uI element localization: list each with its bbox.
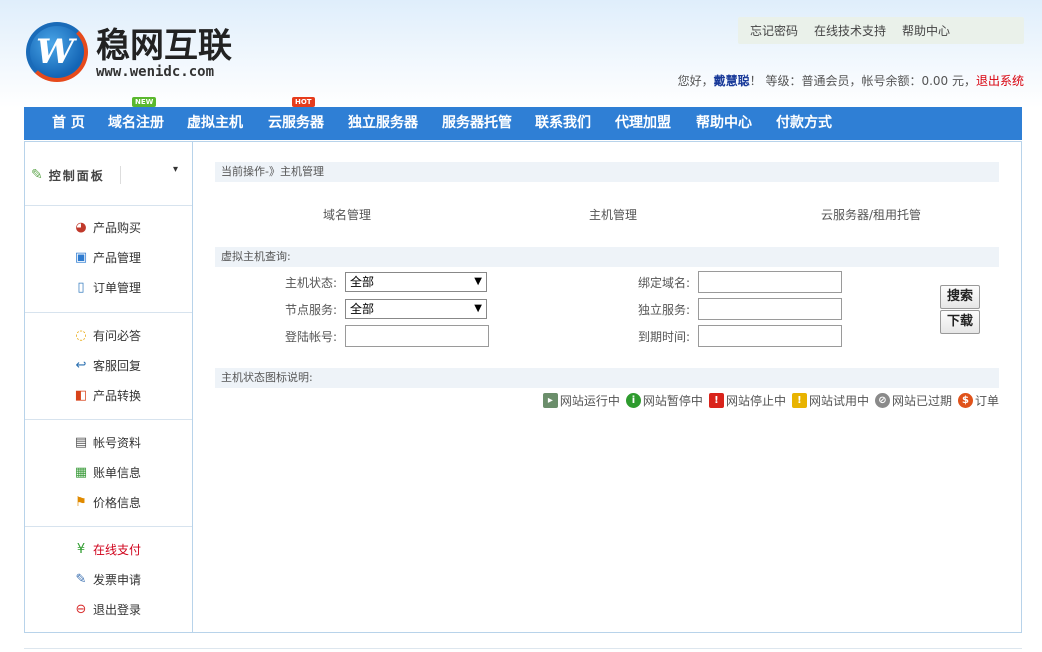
sidebar-item-faq[interactable]: ◌ 有问必答 <box>73 326 141 346</box>
hot-badge: HOT <box>292 97 315 107</box>
logout-link[interactable]: 退出系统 <box>976 74 1024 88</box>
running-icon: ▸ <box>542 393 558 408</box>
legend-trial: ! 网站试用中 <box>791 392 869 409</box>
node-service-label: 节点服务: <box>284 303 337 317</box>
logo-url: www.wenidc.com <box>96 64 215 80</box>
warning-yellow-icon: ! <box>791 393 807 408</box>
dropdown-arrow-icon: ▼ <box>474 276 482 287</box>
warning-red-icon: ! <box>708 393 724 408</box>
sidebar-item-invoice[interactable]: ✎ 发票申请 <box>73 570 141 590</box>
yen-icon: ¥ <box>76 542 86 557</box>
control-panel-header[interactable]: ✎ 控制面板 ▾ <box>25 162 192 188</box>
flag-icon: ⚑ <box>75 495 87 510</box>
sidebar: ✎ 控制面板 ▾ ◕ 产品购买 ▣ 产品管理 ▯ 订单管理 ◌ 有问必答 ↩ 客服回复 ◧… <box>25 142 193 632</box>
sidebar-item-online-pay[interactable]: ¥ 在线支付 <box>73 540 141 560</box>
tab-domain-management[interactable]: 域名管理 <box>323 206 371 223</box>
logo-text: 稳网互联 <box>96 26 232 66</box>
footer-divider <box>24 648 1022 649</box>
node-service-select[interactable]: 全部 ▼ <box>345 299 487 319</box>
help-center-link[interactable]: 帮助中心 <box>902 22 950 39</box>
sidebar-item-buy[interactable]: ◕ 产品购买 <box>73 218 141 238</box>
nav-contact[interactable]: 联系我们 <box>535 107 591 140</box>
new-badge: NEW <box>132 97 157 107</box>
dollar-icon: $ <box>957 393 973 408</box>
online-support-link[interactable]: 在线技术支持 <box>814 22 886 39</box>
cart-icon: ◕ <box>75 220 87 235</box>
info-icon: i <box>625 393 641 408</box>
reply-icon: ↩ <box>75 358 87 373</box>
legend-running: ▸ 网站运行中 <box>542 392 620 409</box>
sidebar-divider <box>25 312 192 313</box>
host-status-label: 主机状态: <box>284 276 337 290</box>
convert-icon: ◧ <box>74 388 88 403</box>
top-links: 忘记密码 在线技术支持 帮助中心 <box>738 17 1024 44</box>
bill-icon: ▦ <box>74 465 88 480</box>
legend-paused: i 网站暂停中 <box>625 392 703 409</box>
site-logo[interactable]: W 稳网互联 www.wenidc.com <box>26 22 246 86</box>
dropdown-arrow-icon: ▼ <box>474 303 482 314</box>
dedicated-service-label: 独立服务: <box>637 303 690 317</box>
nav-payment[interactable]: 付款方式 <box>776 107 832 140</box>
nav-agent[interactable]: 代理加盟 <box>615 107 671 140</box>
main-nav: 首 页 域名注册 虚拟主机 云服务器 独立服务器 服务器托管 联系我们 代理加盟… <box>24 107 1022 140</box>
expire-date-label: 到期时间: <box>637 330 690 344</box>
chat-icon: ◌ <box>75 328 87 343</box>
sidebar-item-support-reply[interactable]: ↩ 客服回复 <box>73 356 141 376</box>
host-status-select[interactable]: 全部 ▼ <box>345 272 487 292</box>
breadcrumb: 当前操作-》主机管理 <box>215 162 999 182</box>
logo-mark-icon: W <box>26 22 88 82</box>
sidebar-item-bills[interactable]: ▦ 账单信息 <box>73 463 141 483</box>
sidebar-divider <box>25 526 192 527</box>
nav-home[interactable]: 首 页 <box>52 107 85 140</box>
nav-dedicated-server[interactable]: 独立服务器 <box>348 107 418 140</box>
legend-stopped: ! 网站停止中 <box>708 392 786 409</box>
sidebar-item-prices[interactable]: ⚑ 价格信息 <box>73 493 141 513</box>
logout-icon: ⊖ <box>75 602 87 617</box>
search-button[interactable]: 搜索 <box>940 285 980 309</box>
legend-order: $ 订单 <box>957 392 999 409</box>
expired-icon: ⊘ <box>874 393 890 408</box>
sidebar-divider <box>25 205 192 206</box>
dedicated-service-input[interactable] <box>698 298 842 320</box>
nav-colocation[interactable]: 服务器托管 <box>442 107 512 140</box>
box-icon: ▣ <box>74 250 88 265</box>
legend-title: 主机状态图标说明: <box>215 368 999 388</box>
sidebar-item-products[interactable]: ▣ 产品管理 <box>73 248 141 268</box>
download-button[interactable]: 下载 <box>940 310 980 334</box>
status-legend: ▸ 网站运行中 i 网站暂停中 ! 网站停止中 ! 网站试用中 ⊘ 网站已过期 $ 订单 <box>542 392 999 409</box>
id-card-icon: ▤ <box>74 435 88 450</box>
chevron-down-icon[interactable]: ▾ <box>173 164 178 175</box>
sidebar-item-convert[interactable]: ◧ 产品转换 <box>73 386 141 406</box>
main-panel: ✎ 控制面板 ▾ ◕ 产品购买 ▣ 产品管理 ▯ 订单管理 ◌ 有问必答 ↩ 客服回复 ◧… <box>24 141 1022 633</box>
login-account-label: 登陆帐号: <box>284 330 337 344</box>
sidebar-item-account[interactable]: ▤ 帐号资料 <box>73 433 141 453</box>
sidebar-item-orders[interactable]: ▯ 订单管理 <box>73 278 141 298</box>
nav-domain[interactable]: 域名注册 <box>108 107 164 140</box>
sidebar-item-logout[interactable]: ⊖ 退出登录 <box>73 600 141 620</box>
nav-help[interactable]: 帮助中心 <box>696 107 752 140</box>
expire-date-input[interactable] <box>698 325 842 347</box>
login-account-input[interactable] <box>345 325 489 347</box>
user-status-bar: 您好，戴慧聪！ 等级：普通会员，帐号余额：0.00 元，退出系统 <box>677 74 1024 88</box>
nav-cloud-server[interactable]: 云服务器 <box>268 107 324 140</box>
nav-virtual-host[interactable]: 虚拟主机 <box>187 107 243 140</box>
document-icon: ▯ <box>77 280 85 295</box>
bind-domain-input[interactable] <box>698 271 842 293</box>
legend-expired: ⊘ 网站已过期 <box>874 392 952 409</box>
invoice-icon: ✎ <box>75 572 87 587</box>
username[interactable]: 戴慧聪 <box>714 74 750 88</box>
tab-cloud-server[interactable]: 云服务器/租用托管 <box>821 206 921 223</box>
control-panel-icon: ✎ <box>31 167 43 183</box>
bind-domain-label: 绑定域名: <box>637 276 690 290</box>
forgot-password-link[interactable]: 忘记密码 <box>750 22 798 39</box>
sidebar-divider <box>25 419 192 420</box>
tab-host-management[interactable]: 主机管理 <box>589 206 637 223</box>
query-section-title: 虚拟主机查询: <box>215 247 999 267</box>
